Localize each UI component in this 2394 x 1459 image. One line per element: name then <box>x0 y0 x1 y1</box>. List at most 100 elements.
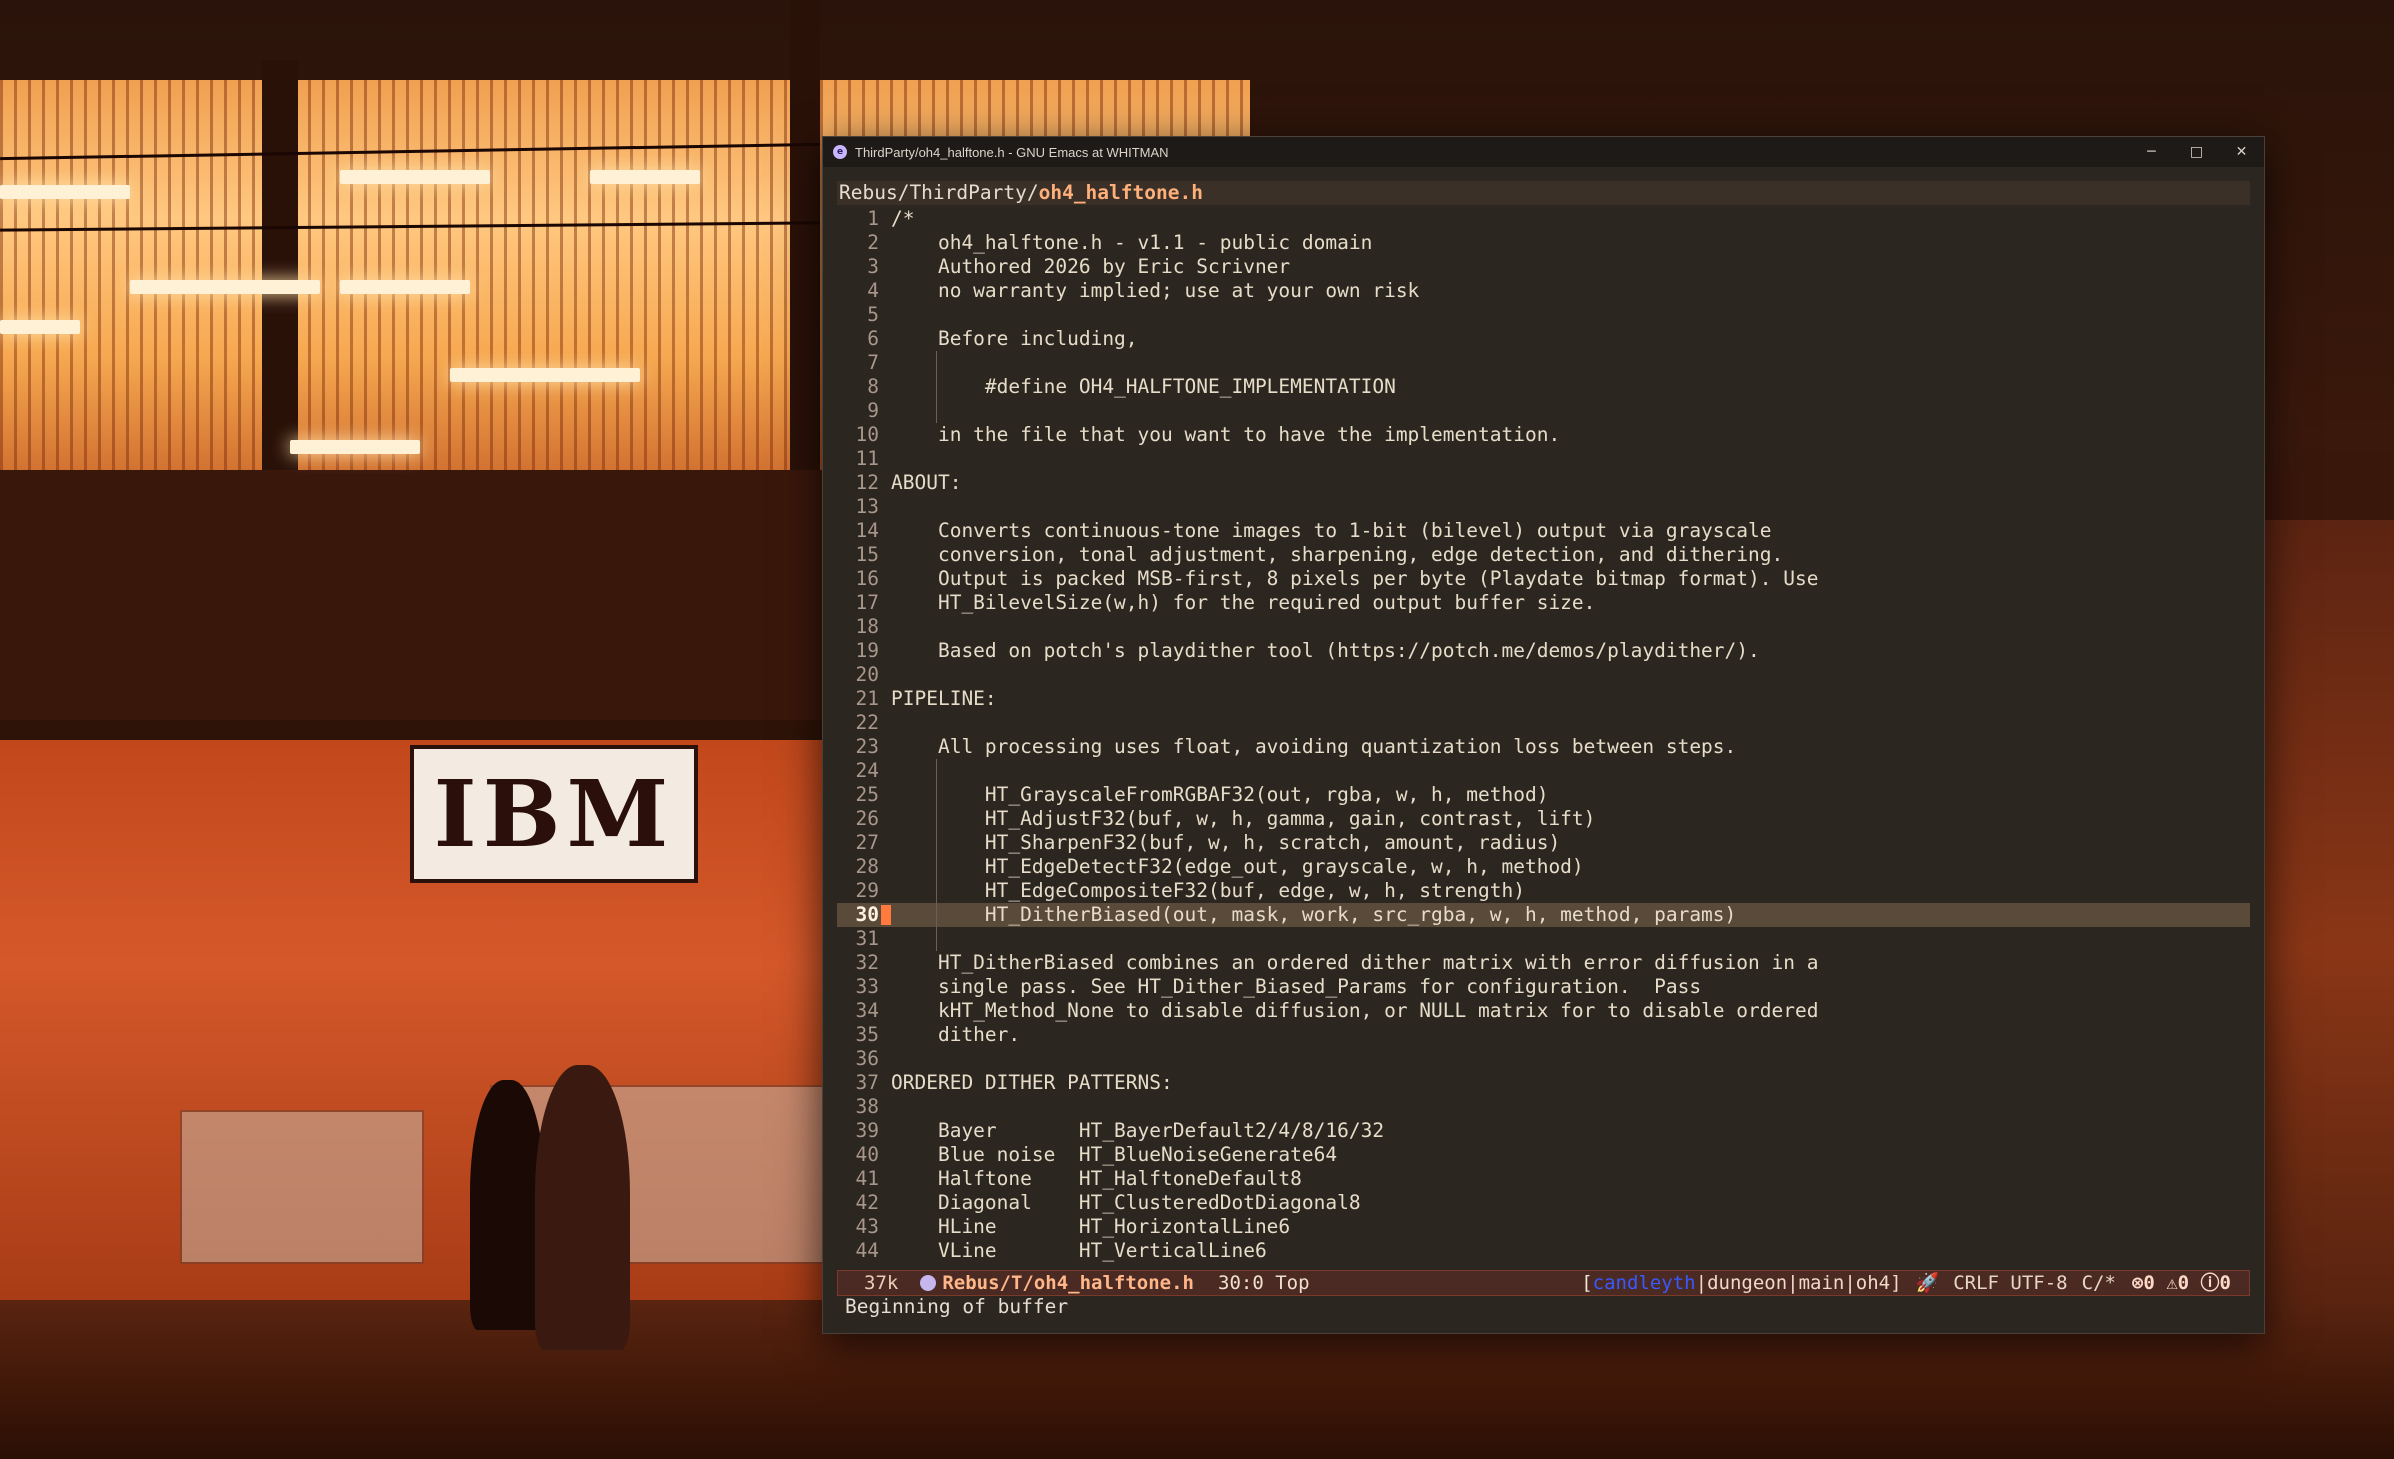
code-line[interactable]: 41 Halftone HT_HalftoneDefault8 <box>837 1167 2250 1191</box>
code-line[interactable]: 39 Bayer HT_BayerDefault2/4/8/16/32 <box>837 1119 2250 1143</box>
code-line[interactable]: 25 HT_GrayscaleFromRGBAF32(out, rgba, w,… <box>837 783 2250 807</box>
code-text[interactable]: HT_DitherBiased(out, mask, work, src_rgb… <box>891 903 2250 927</box>
code-line[interactable]: 8 #define OH4_HALFTONE_IMPLEMENTATION <box>837 375 2250 399</box>
code-text[interactable] <box>891 759 2250 783</box>
code-text[interactable]: single pass. See HT_Dither_Biased_Params… <box>891 975 2250 999</box>
code-line[interactable]: 29 HT_EdgeCompositeF32(buf, edge, w, h, … <box>837 879 2250 903</box>
code-text[interactable]: kHT_Method_None to disable diffusion, or… <box>891 999 2250 1023</box>
code-line[interactable]: 6 Before including, <box>837 327 2250 351</box>
code-text[interactable] <box>891 615 2250 639</box>
code-text[interactable] <box>891 1047 2250 1071</box>
code-text[interactable] <box>891 351 2250 375</box>
code-line[interactable]: 13 <box>837 495 2250 519</box>
vc-branch[interactable]: |dungeon|main|oh4] <box>1696 1271 1902 1295</box>
code-line[interactable]: 26 HT_AdjustF32(buf, w, h, gamma, gain, … <box>837 807 2250 831</box>
code-text[interactable]: #define OH4_HALFTONE_IMPLEMENTATION <box>891 375 2250 399</box>
code-line[interactable]: 27 HT_SharpenF32(buf, w, h, scratch, amo… <box>837 831 2250 855</box>
code-line[interactable]: 17 HT_BilevelSize(w,h) for the required … <box>837 591 2250 615</box>
code-line[interactable]: 1 /* <box>837 207 2250 231</box>
code-text[interactable]: ORDERED DITHER PATTERNS: <box>891 1071 2250 1095</box>
code-line[interactable]: 2 oh4_halftone.h - v1.1 - public domain <box>837 231 2250 255</box>
code-line[interactable]: 4 no warranty implied; use at your own r… <box>837 279 2250 303</box>
encoding[interactable]: CRLF UTF-8 <box>1953 1271 2067 1295</box>
window-titlebar[interactable]: e ThirdParty/oh4_halftone.h - GNU Emacs … <box>823 137 2264 167</box>
code-line[interactable]: 11 <box>837 447 2250 471</box>
code-text[interactable]: HT_GrayscaleFromRGBAF32(out, rgba, w, h,… <box>891 783 2250 807</box>
code-text[interactable]: HT_EdgeCompositeF32(buf, edge, w, h, str… <box>891 879 2250 903</box>
code-line[interactable]: 34 kHT_Method_None to disable diffusion,… <box>837 999 2250 1023</box>
code-buffer[interactable]: 1/* 2 oh4_halftone.h - v1.1 - public doma… <box>837 207 2250 1263</box>
emacs-window[interactable]: e ThirdParty/oh4_halftone.h - GNU Emacs … <box>822 136 2265 1334</box>
major-mode[interactable]: C/* <box>2082 1271 2116 1295</box>
code-line[interactable]: 31 <box>837 927 2250 951</box>
code-text[interactable]: oh4_halftone.h - v1.1 - public domain <box>891 231 2250 255</box>
close-button[interactable]: ✕ <box>2219 137 2264 167</box>
code-text[interactable] <box>891 711 2250 735</box>
code-text[interactable]: HT_SharpenF32(buf, w, h, scratch, amount… <box>891 831 2250 855</box>
mode-line[interactable]: 37k Rebus/T/oh4_halftone.h 30:0 Top [can… <box>837 1270 2250 1296</box>
code-text[interactable]: All processing uses float, avoiding quan… <box>891 735 2250 759</box>
code-text[interactable]: Bayer HT_BayerDefault2/4/8/16/32 <box>891 1119 2250 1143</box>
code-text[interactable]: in the file that you want to have the im… <box>891 423 2250 447</box>
code-text[interactable]: Output is packed MSB-first, 8 pixels per… <box>891 567 2250 591</box>
code-text[interactable]: conversion, tonal adjustment, sharpening… <box>891 543 2250 567</box>
code-line[interactable]: 37 ORDERED DITHER PATTERNS: <box>837 1071 2250 1095</box>
code-text[interactable] <box>891 495 2250 519</box>
code-text[interactable]: Blue noise HT_BlueNoiseGenerate64 <box>891 1143 2250 1167</box>
code-text[interactable]: HT_BilevelSize(w,h) for the required out… <box>891 591 2250 615</box>
code-text[interactable]: Authored 2026 by Eric Scrivner <box>891 255 2250 279</box>
code-text[interactable]: HLine HT_HorizontalLine6 <box>891 1215 2250 1239</box>
code-line[interactable]: 16 Output is packed MSB-first, 8 pixels … <box>837 567 2250 591</box>
code-line[interactable]: 38 <box>837 1095 2250 1119</box>
code-line[interactable]: 23 All processing uses float, avoiding q… <box>837 735 2250 759</box>
code-line[interactable]: 14 Converts continuous-tone images to 1-… <box>837 519 2250 543</box>
code-text[interactable] <box>891 663 2250 687</box>
code-line[interactable]: 7 <box>837 351 2250 375</box>
code-text[interactable]: /* <box>891 207 2250 231</box>
code-text[interactable] <box>891 303 2250 327</box>
code-line[interactable]: 20 <box>837 663 2250 687</box>
code-text[interactable]: Before including, <box>891 327 2250 351</box>
code-text[interactable]: HT_AdjustF32(buf, w, h, gamma, gain, con… <box>891 807 2250 831</box>
diagnostics-counter[interactable]: ⊗0 ⚠0 ⓘ0 <box>2132 1271 2231 1295</box>
code-text[interactable] <box>891 1095 2250 1119</box>
code-line[interactable]: 28 HT_EdgeDetectF32(edge_out, grayscale,… <box>837 855 2250 879</box>
code-text[interactable] <box>891 447 2250 471</box>
code-line[interactable]: 21 PIPELINE: <box>837 687 2250 711</box>
code-line[interactable]: 40 Blue noise HT_BlueNoiseGenerate64 <box>837 1143 2250 1167</box>
code-text[interactable]: PIPELINE: <box>891 687 2250 711</box>
code-text[interactable]: Converts continuous-tone images to 1-bit… <box>891 519 2250 543</box>
code-text[interactable] <box>891 927 2250 951</box>
code-line[interactable]: 42 Diagonal HT_ClusteredDotDiagonal8 <box>837 1191 2250 1215</box>
code-line[interactable]: 10 in the file that you want to have the… <box>837 423 2250 447</box>
code-text[interactable] <box>891 399 2250 423</box>
code-line[interactable]: 15 conversion, tonal adjustment, sharpen… <box>837 543 2250 567</box>
code-line[interactable]: 24 <box>837 759 2250 783</box>
code-text[interactable]: Based on potch's playdither tool (https:… <box>891 639 2250 663</box>
code-line[interactable]: 18 <box>837 615 2250 639</box>
code-line[interactable]: 36 <box>837 1047 2250 1071</box>
code-text[interactable]: HT_EdgeDetectF32(edge_out, grayscale, w,… <box>891 855 2250 879</box>
code-line[interactable]: 9 <box>837 399 2250 423</box>
minimize-button[interactable]: ─ <box>2129 137 2174 167</box>
code-line[interactable]: 3 Authored 2026 by Eric Scrivner <box>837 255 2250 279</box>
code-line[interactable]: 19 Based on potch's playdither tool (htt… <box>837 639 2250 663</box>
code-text[interactable]: no warranty implied; use at your own ris… <box>891 279 2250 303</box>
code-line[interactable]: 5 <box>837 303 2250 327</box>
editor-frame[interactable]: Rebus/ThirdParty/oh4_halftone.h 1/* 2 oh4… <box>837 181 2250 1333</box>
buffer-name[interactable]: Rebus/T/oh4_halftone.h <box>942 1271 1194 1295</box>
code-line[interactable]: 30 HT_DitherBiased(out, mask, work, src_… <box>837 903 2250 927</box>
code-text[interactable]: ABOUT: <box>891 471 2250 495</box>
code-line[interactable]: 44 VLine HT_VerticalLine6 <box>837 1239 2250 1263</box>
code-line[interactable]: 43 HLine HT_HorizontalLine6 <box>837 1215 2250 1239</box>
code-line[interactable]: 33 single pass. See HT_Dither_Biased_Par… <box>837 975 2250 999</box>
code-text[interactable]: VLine HT_VerticalLine6 <box>891 1239 2250 1263</box>
code-text[interactable]: Halftone HT_HalftoneDefault8 <box>891 1167 2250 1191</box>
vc-user[interactable]: candleyth <box>1593 1271 1696 1295</box>
code-text[interactable]: Diagonal HT_ClusteredDotDiagonal8 <box>891 1191 2250 1215</box>
code-line[interactable]: 12 ABOUT: <box>837 471 2250 495</box>
code-text[interactable]: dither. <box>891 1023 2250 1047</box>
maximize-button[interactable]: □ <box>2174 137 2219 167</box>
code-line[interactable]: 32 HT_DitherBiased combines an ordered d… <box>837 951 2250 975</box>
code-line[interactable]: 22 <box>837 711 2250 735</box>
